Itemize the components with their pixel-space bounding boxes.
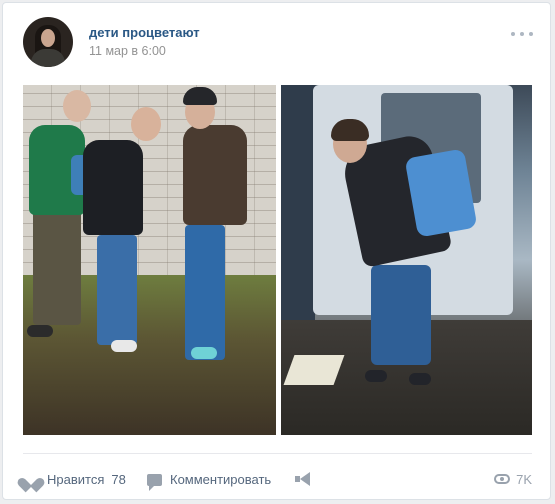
- person-3-torso: [183, 125, 247, 225]
- views-count: 7K: [516, 471, 532, 487]
- person-2-legs: [97, 235, 137, 345]
- person-3-hat: [183, 87, 217, 105]
- share-button[interactable]: [295, 465, 319, 493]
- post-header: дети процветают 11 мар в 6:00: [23, 17, 533, 69]
- like-count: 78: [111, 471, 126, 487]
- shoe: [191, 347, 217, 359]
- person-2-head: [131, 107, 161, 141]
- post-actions: Нравится 78 Комментировать 7K: [23, 465, 532, 493]
- views-counter: 7K: [494, 465, 532, 493]
- post-photo-right[interactable]: [281, 85, 532, 435]
- avatar-face: [41, 29, 55, 47]
- avatar-body: [31, 49, 65, 67]
- like-button[interactable]: Нравится 78: [23, 465, 126, 493]
- truck-shadow: [281, 85, 315, 325]
- person-3-legs: [185, 225, 225, 360]
- shoe: [111, 340, 137, 352]
- post-card: дети процветают 11 мар в 6:00 Нравится 7…: [2, 2, 551, 500]
- shoe: [365, 370, 387, 382]
- person-2-torso: [83, 140, 143, 235]
- author-avatar[interactable]: [23, 17, 73, 67]
- person-hair: [331, 119, 369, 141]
- more-icon[interactable]: [511, 29, 533, 39]
- eye-icon: [494, 474, 511, 484]
- megaphone-icon: [295, 472, 311, 486]
- heart-icon: [23, 472, 39, 486]
- like-label: Нравится: [47, 471, 105, 487]
- comment-button[interactable]: Комментировать: [147, 465, 271, 493]
- shoe: [27, 325, 53, 337]
- comment-label: Комментировать: [170, 471, 272, 487]
- post-date[interactable]: 11 мар в 6:00: [89, 44, 166, 58]
- comment-icon: [147, 474, 162, 491]
- footer-divider: [23, 453, 532, 454]
- person-1-head: [63, 90, 91, 122]
- person-legs: [371, 265, 431, 365]
- author-name-link[interactable]: дети процветают: [89, 25, 200, 40]
- shoe: [409, 373, 431, 385]
- person-1-legs: [33, 210, 81, 325]
- post-photo-left[interactable]: [23, 85, 276, 435]
